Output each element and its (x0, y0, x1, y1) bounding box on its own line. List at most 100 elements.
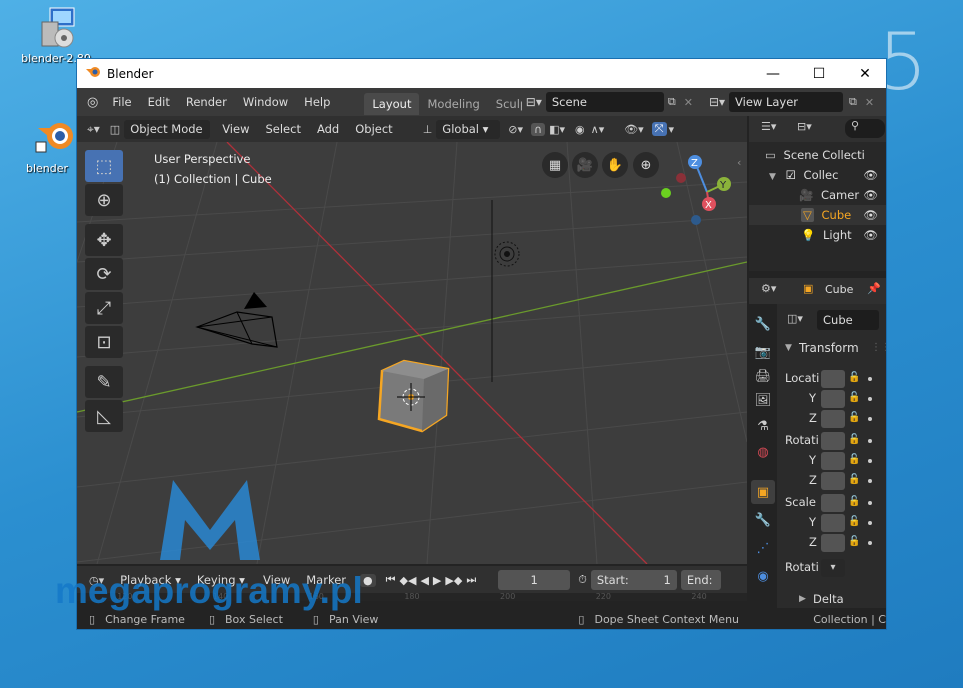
tab-layout[interactable]: Layout (364, 93, 420, 115)
physics-tab-icon[interactable]: ◉ (751, 564, 775, 588)
object-data-icon[interactable]: ◫▾ (787, 312, 803, 325)
lock-icon[interactable]: 🔓 (848, 434, 862, 448)
lock-icon[interactable]: 🔓 (848, 496, 862, 510)
keyframe-dot-icon[interactable] (868, 439, 872, 443)
object-name-field[interactable]: Cube (817, 310, 879, 330)
object-mode-dropdown[interactable]: Object Mode ▾ (124, 119, 211, 155)
render-tab-icon[interactable]: 📷 (751, 340, 775, 364)
lock-icon[interactable]: 🔓 (848, 474, 862, 488)
camera-object[interactable] (192, 287, 292, 357)
camera-view-icon[interactable]: 🎥 (572, 152, 598, 178)
lock-icon[interactable]: 🔓 (848, 372, 862, 386)
visibility-icon[interactable]: 👁▾ (624, 123, 644, 136)
rotation-x-field[interactable] (821, 432, 845, 450)
scale-tool[interactable]: ⤢ (85, 292, 123, 324)
transform-expand-icon[interactable]: ▼ (785, 343, 792, 353)
scale-y-field[interactable] (821, 514, 845, 532)
scene-selector-icon[interactable]: ⊟▾ (526, 95, 542, 109)
view-layer-icon[interactable]: ⊟▾ (709, 95, 725, 109)
rotation-y-field[interactable] (821, 452, 845, 470)
snap-target-icon[interactable]: ◧▾ (549, 123, 565, 136)
tab-modeling[interactable]: Modeling (419, 93, 487, 115)
view-layer-field[interactable]: View Layer (729, 92, 844, 112)
keyframe-dot-icon[interactable] (868, 541, 872, 545)
menu-object[interactable]: Object (347, 118, 400, 140)
move-tool[interactable]: ✥ (85, 224, 123, 256)
outliner-editor-icon[interactable]: ☰▾ (761, 120, 776, 133)
menu-render[interactable]: Render (178, 91, 235, 113)
outliner-search-icon[interactable]: ⚲ (845, 119, 885, 138)
select-box-tool[interactable]: ⬚ (85, 150, 123, 182)
location-x-field[interactable] (821, 370, 845, 388)
eye-icon[interactable]: 👁 (863, 225, 878, 245)
lock-icon[interactable]: 🔓 (848, 392, 862, 406)
new-scene-icon[interactable]: ⧉ (668, 95, 676, 109)
transform-panel-title[interactable]: Transform (799, 341, 859, 355)
output-tab-icon[interactable]: 🖨 (751, 364, 775, 388)
editor-type-icon[interactable]: ⌖▾ (87, 122, 100, 137)
gizmo-dropdown-icon[interactable]: ▾ (669, 123, 675, 136)
current-frame-field[interactable]: 1 (498, 570, 571, 590)
pan-hand-icon[interactable]: ✋ (602, 152, 628, 178)
lock-icon[interactable]: 🔓 (848, 412, 862, 426)
play-icon[interactable]: ▶ (433, 574, 441, 587)
delta-expand-icon[interactable]: ▶ (799, 594, 806, 604)
keyframe-dot-icon[interactable] (868, 417, 872, 421)
new-view-layer-icon[interactable]: ⧉ (849, 95, 857, 109)
keyframe-dot-icon[interactable] (868, 479, 872, 483)
checkbox-icon[interactable]: ☑ (786, 168, 796, 182)
next-keyframe-icon[interactable]: ▶◆ (445, 574, 462, 587)
menu-add[interactable]: Add (309, 118, 347, 140)
menu-edit[interactable]: Edit (140, 91, 178, 113)
end-frame-field[interactable]: End: (680, 570, 721, 590)
start-frame-field[interactable]: Start: 1 (590, 570, 677, 590)
menu-select[interactable]: Select (257, 118, 308, 140)
cube-object[interactable] (374, 357, 454, 437)
eye-icon[interactable]: 👁 (863, 165, 878, 185)
scale-x-field[interactable] (821, 494, 845, 512)
cursor-tool[interactable]: ⊕ (85, 184, 123, 216)
scene-tab-icon[interactable]: ⚗ (751, 414, 775, 438)
pivot-icon[interactable]: ⊘▾ (508, 123, 523, 136)
display-mode-icon[interactable]: ⊟▾ (797, 120, 812, 133)
proportional-edit-icon[interactable]: ◉ (575, 123, 585, 136)
menu-help[interactable]: Help (296, 91, 338, 113)
eye-icon[interactable]: 👁 (863, 185, 878, 205)
view-layer-tab-icon[interactable]: 🖼 (751, 388, 775, 412)
transform-orientation-dropdown[interactable]: Global ▾ (436, 119, 501, 139)
desktop-icon-installer[interactable]: blender-2.80- (18, 6, 98, 65)
scene-name-field[interactable]: Scene (545, 92, 664, 112)
blender-menu-icon[interactable]: ◎ (87, 95, 98, 110)
close-button[interactable]: ✕ (842, 59, 886, 88)
transform-tool[interactable]: ⊡ (85, 326, 123, 358)
navigation-gizmo[interactable]: Z Y X (657, 152, 747, 242)
outliner-row-cube[interactable]: ▽ Cube 👁 (749, 205, 886, 225)
eye-icon[interactable]: 👁 (863, 205, 878, 225)
zoom-icon[interactable]: ⊕ (633, 152, 659, 178)
maximize-button[interactable]: ☐ (796, 59, 842, 88)
light-object[interactable] (492, 239, 522, 269)
rotation-z-field[interactable] (821, 472, 845, 490)
keyframe-dot-icon[interactable] (868, 521, 872, 525)
keyframe-dot-icon[interactable] (868, 397, 872, 401)
grid-view-icon[interactable]: ▦ (542, 152, 568, 178)
keyframe-dot-icon[interactable] (868, 459, 872, 463)
minimize-button[interactable]: — (750, 59, 796, 88)
outliner-row-camera[interactable]: 🎥 Camer 👁 (749, 185, 886, 205)
stopwatch-icon[interactable]: ⏱ (578, 573, 587, 587)
outliner-row-light[interactable]: 💡 Light 👁 (749, 225, 886, 245)
gizmo-toggle-icon[interactable]: ⤧ (651, 122, 667, 136)
snap-icon[interactable]: ∩ (531, 122, 546, 136)
particles-tab-icon[interactable]: ⋰ (751, 536, 775, 560)
menu-window[interactable]: Window (235, 91, 296, 113)
menu-view[interactable]: View (214, 118, 257, 140)
pin-icon[interactable]: 📌 (867, 282, 881, 295)
measure-tool[interactable]: ◺ (85, 400, 123, 432)
tool-tab-icon[interactable]: 🔧 (751, 312, 775, 336)
falloff-icon[interactable]: ∧▾ (591, 123, 605, 136)
scale-z-field[interactable] (821, 534, 845, 552)
modifier-tab-icon[interactable]: 🔧 (751, 508, 775, 532)
prev-keyframe-icon[interactable]: ◆◀ (400, 574, 417, 587)
lock-icon[interactable]: 🔓 (848, 516, 862, 530)
keyframe-dot-icon[interactable] (868, 377, 872, 381)
